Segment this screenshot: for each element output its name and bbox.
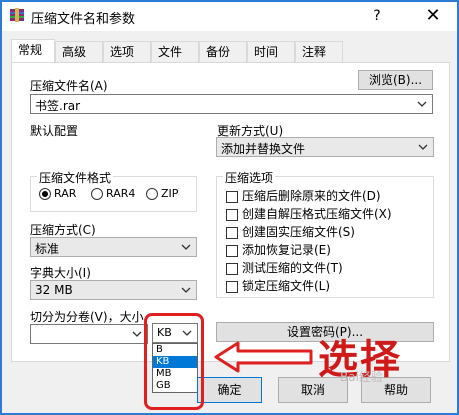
chevron-down-icon xyxy=(181,287,191,293)
options-group-title: 压缩选项 xyxy=(223,169,276,186)
winrar-icon xyxy=(10,8,24,22)
highlight-box xyxy=(144,313,204,410)
format-rar-label: RAR xyxy=(54,187,77,200)
option-label: 测试压缩的文件(T) xyxy=(242,261,343,275)
arrow-left-icon xyxy=(214,341,313,373)
tab-backup[interactable]: 备份 xyxy=(199,41,247,63)
option-lock[interactable]: 锁定压缩文件(L) xyxy=(226,277,330,294)
chevron-down-icon xyxy=(181,244,191,250)
update-mode-value: 添加并替换文件 xyxy=(221,142,306,156)
option-sfx[interactable]: 创建自解压格式压缩文件(X) xyxy=(226,205,392,222)
option-delete-after[interactable]: 压缩后删除原来的文件(D) xyxy=(226,187,381,204)
checkbox-icon xyxy=(226,208,238,221)
option-test[interactable]: 测试压缩的文件(T) xyxy=(226,259,343,276)
archive-name-input[interactable]: 书签.rar xyxy=(30,94,433,114)
option-label: 添加恢复记录(E) xyxy=(242,243,331,257)
title-bar: 压缩文件名和参数 ? ✕ xyxy=(1,1,459,31)
checkbox-icon xyxy=(226,280,238,293)
option-label: 锁定压缩文件(L) xyxy=(242,279,331,293)
radio-icon xyxy=(91,188,103,200)
archive-name-value: 书签.rar xyxy=(35,99,81,113)
ok-button[interactable]: 确定 xyxy=(197,377,262,403)
dictionary-label: 字典大小(I) xyxy=(30,266,91,280)
format-rar4-label: RAR4 xyxy=(106,187,136,200)
format-zip-label: ZIP xyxy=(161,187,179,200)
chevron-down-icon xyxy=(417,101,427,107)
format-rar4-radio[interactable]: RAR4 xyxy=(91,187,135,200)
format-zip-radio[interactable]: ZIP xyxy=(146,187,178,200)
checkbox-icon xyxy=(226,244,238,257)
format-group-title: 压缩文件格式 xyxy=(37,169,114,186)
method-label: 压缩方式(C) xyxy=(30,223,96,237)
option-recovery[interactable]: 添加恢复记录(E) xyxy=(226,241,331,258)
option-label: 创建固实压缩文件(S) xyxy=(242,225,355,239)
tab-comment[interactable]: 注释 xyxy=(295,41,343,63)
radio-selected-icon xyxy=(39,188,51,200)
radio-icon xyxy=(146,188,158,200)
close-button[interactable]: ✕ xyxy=(419,4,447,28)
help-title-button[interactable]: ? xyxy=(363,4,391,28)
browse-button[interactable]: 浏览(B)... xyxy=(358,70,433,90)
method-select[interactable]: 标准 xyxy=(30,237,197,257)
tab-time[interactable]: 时间 xyxy=(247,41,295,63)
tab-advanced[interactable]: 高级 xyxy=(55,41,103,63)
dictionary-value: 32 MB xyxy=(35,283,73,297)
format-rar-radio[interactable]: RAR xyxy=(39,187,76,200)
checkbox-icon xyxy=(226,262,238,275)
option-label: 创建自解压格式压缩文件(X) xyxy=(242,207,392,221)
checkbox-icon xyxy=(226,226,238,239)
chevron-down-icon xyxy=(418,144,428,150)
tab-files[interactable]: 文件 xyxy=(151,41,199,63)
window-title: 压缩文件名和参数 xyxy=(31,12,136,27)
tab-options[interactable]: 选项 xyxy=(103,41,151,63)
watermark-text: Bai经验 xyxy=(340,370,383,384)
dictionary-select[interactable]: 32 MB xyxy=(30,280,197,300)
tab-general[interactable]: 常规 xyxy=(11,39,55,64)
chevron-down-icon xyxy=(132,331,142,337)
method-value: 标准 xyxy=(35,242,60,256)
split-label: 切分为分卷(V)，大小 xyxy=(30,310,144,324)
split-size-input[interactable] xyxy=(30,324,148,344)
archive-name-label: 压缩文件名(A) xyxy=(30,79,108,93)
update-mode-select[interactable]: 添加并替换文件 xyxy=(216,137,434,157)
option-solid[interactable]: 创建固实压缩文件(S) xyxy=(226,223,355,240)
default-profile-label[interactable]: 默认配置 xyxy=(30,122,78,139)
checkbox-icon xyxy=(226,190,238,203)
option-label: 压缩后删除原来的文件(D) xyxy=(242,189,381,203)
